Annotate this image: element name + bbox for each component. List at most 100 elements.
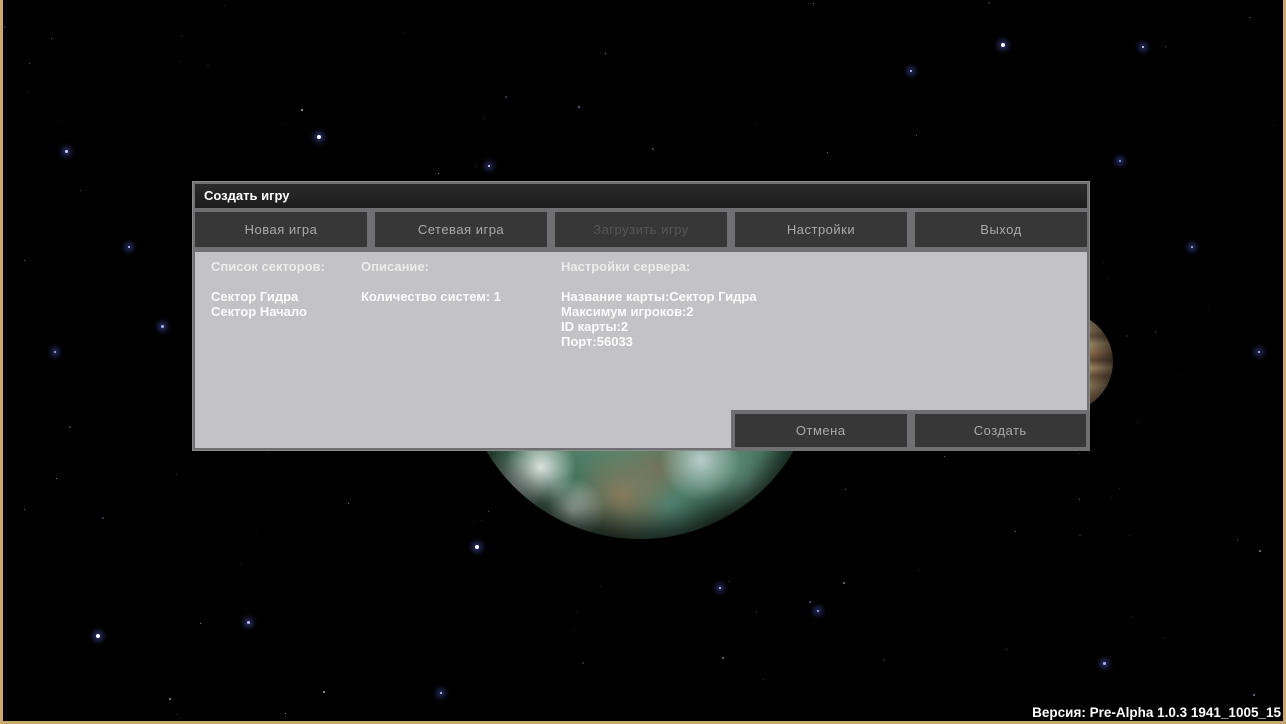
dialog-titlebar: Создать игру — [195, 184, 1087, 208]
star — [8, 108, 9, 109]
star — [481, 520, 482, 521]
sector-list-item[interactable]: Сектор Гидра — [211, 289, 325, 304]
star — [843, 582, 845, 584]
sector-list-item[interactable]: Сектор Начало — [211, 304, 325, 319]
star — [1137, 422, 1138, 423]
star — [574, 630, 575, 631]
star — [256, 533, 257, 534]
star — [988, 2, 990, 4]
star — [845, 489, 846, 490]
bright-star — [475, 545, 479, 549]
star — [722, 657, 724, 659]
bright-star — [1119, 160, 1121, 162]
new-game-button[interactable]: Новая игра — [195, 212, 367, 247]
bright-star — [65, 150, 68, 153]
star — [1163, 637, 1164, 638]
star — [582, 662, 584, 664]
star — [1165, 46, 1166, 47]
star — [1119, 488, 1120, 489]
star — [809, 601, 811, 603]
star — [1107, 278, 1108, 279]
star — [1250, 17, 1251, 18]
star — [1249, 17, 1250, 18]
create-button[interactable]: Создать — [914, 414, 1086, 447]
sector-list-column: Список секторов: Сектор Гидра Сектор Нач… — [211, 259, 325, 319]
star — [200, 623, 201, 624]
star — [1078, 453, 1079, 454]
star — [51, 38, 52, 39]
bright-star — [1191, 246, 1193, 248]
star — [102, 517, 104, 519]
star — [1079, 534, 1081, 536]
star — [729, 581, 730, 582]
star — [404, 32, 405, 33]
star — [576, 612, 577, 613]
bright-star — [54, 351, 56, 353]
server-max-players: Максимум игроков:2 — [561, 304, 694, 319]
bright-star — [910, 70, 912, 72]
star — [1259, 550, 1261, 552]
star — [177, 714, 178, 715]
star — [224, 5, 225, 6]
star — [301, 109, 303, 111]
star — [918, 570, 919, 571]
network-game-button[interactable]: Сетевая игра — [375, 212, 547, 247]
star — [756, 611, 757, 612]
star — [1126, 335, 1128, 337]
exit-button[interactable]: Выход — [915, 212, 1087, 247]
star — [488, 511, 489, 512]
settings-button[interactable]: Настройки — [735, 212, 907, 247]
server-map-name: Название карты:Сектор Гидра — [561, 289, 757, 304]
star — [28, 91, 29, 92]
star — [505, 96, 507, 98]
create-game-panel: Список секторов: Сектор Гидра Сектор Нач… — [195, 252, 1090, 451]
server-map-id: ID карты:2 — [561, 319, 629, 334]
star — [181, 36, 182, 37]
star — [4, 26, 6, 28]
star — [69, 426, 71, 428]
star — [180, 61, 181, 62]
star — [944, 456, 945, 457]
dialog-title: Создать игру — [204, 188, 290, 203]
star — [1103, 262, 1104, 263]
sector-list-header: Список секторов: — [211, 259, 325, 274]
bright-star — [719, 587, 721, 589]
star — [813, 3, 814, 4]
star — [169, 698, 171, 700]
bright-star — [1001, 43, 1005, 47]
star — [1274, 125, 1275, 126]
star — [285, 713, 286, 714]
star — [29, 63, 30, 64]
star — [56, 478, 57, 479]
dialog-action-bar: Отмена Создать — [731, 410, 1090, 451]
bright-star — [1142, 46, 1144, 48]
version-label: Версия: Pre-Alpha 1.0.3 1941_1005_15 — [1032, 705, 1281, 720]
star — [605, 53, 606, 54]
star — [268, 452, 269, 453]
star — [1237, 539, 1238, 540]
star — [763, 679, 764, 680]
create-game-dialog: Создать игру Новая игра Сетевая игра Заг… — [192, 181, 1090, 451]
star — [1253, 694, 1255, 696]
star — [600, 586, 601, 587]
star — [1155, 332, 1156, 333]
star — [652, 148, 654, 150]
star — [285, 123, 286, 124]
star — [1132, 616, 1133, 617]
star — [240, 563, 241, 564]
star — [438, 173, 439, 174]
bright-star — [96, 634, 100, 638]
star — [176, 474, 177, 475]
server-settings-column: Настройки сервера: Название карты:Сектор… — [561, 259, 757, 349]
star — [1111, 497, 1112, 498]
star — [1129, 535, 1130, 536]
bright-star — [247, 621, 250, 624]
bright-star — [1103, 662, 1106, 665]
server-settings-header: Настройки сервера: — [561, 259, 691, 274]
bright-star — [1258, 351, 1260, 353]
cancel-button[interactable]: Отмена — [735, 414, 907, 447]
star — [827, 152, 828, 153]
bright-star — [440, 692, 442, 694]
bright-star — [317, 135, 321, 139]
description-header: Описание: — [361, 259, 429, 274]
